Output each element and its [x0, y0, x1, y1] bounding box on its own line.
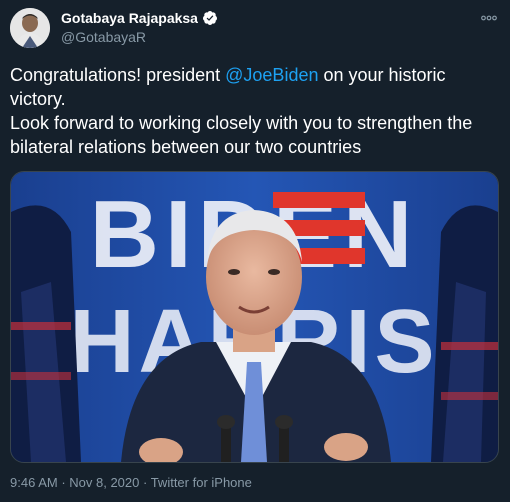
- tweet-meta: 9:46 AM · Nov 8, 2020 · Twitter for iPho…: [10, 475, 252, 490]
- avatar[interactable]: [10, 8, 50, 48]
- tweet-text-part-1: Congratulations! president: [10, 65, 226, 85]
- author-display-name[interactable]: Gotabaya Rajapaksa: [61, 10, 198, 26]
- tweet-text: Congratulations! president @JoeBiden on …: [10, 63, 500, 159]
- meta-separator-1: ·: [57, 475, 70, 490]
- tweet-date[interactable]: Nov 8, 2020: [69, 475, 139, 490]
- mention-link[interactable]: @JoeBiden: [225, 65, 318, 85]
- author-handle[interactable]: @GotabayaR: [61, 29, 146, 45]
- tweet-card: Gotabaya Rajapaksa @GotabayaR Congratula…: [0, 0, 510, 502]
- author-name-row[interactable]: Gotabaya Rajapaksa: [61, 10, 218, 26]
- tweet-image[interactable]: BIDEN HARRIS: [10, 171, 499, 463]
- flag-left: [11, 205, 81, 462]
- flag-right: [431, 205, 498, 462]
- more-options-icon[interactable]: [479, 8, 499, 28]
- meta-separator-2: ·: [139, 475, 151, 490]
- tweet-time[interactable]: 9:46 AM: [10, 475, 58, 490]
- tweet-source[interactable]: Twitter for iPhone: [151, 475, 252, 490]
- verified-badge-icon: [202, 11, 217, 25]
